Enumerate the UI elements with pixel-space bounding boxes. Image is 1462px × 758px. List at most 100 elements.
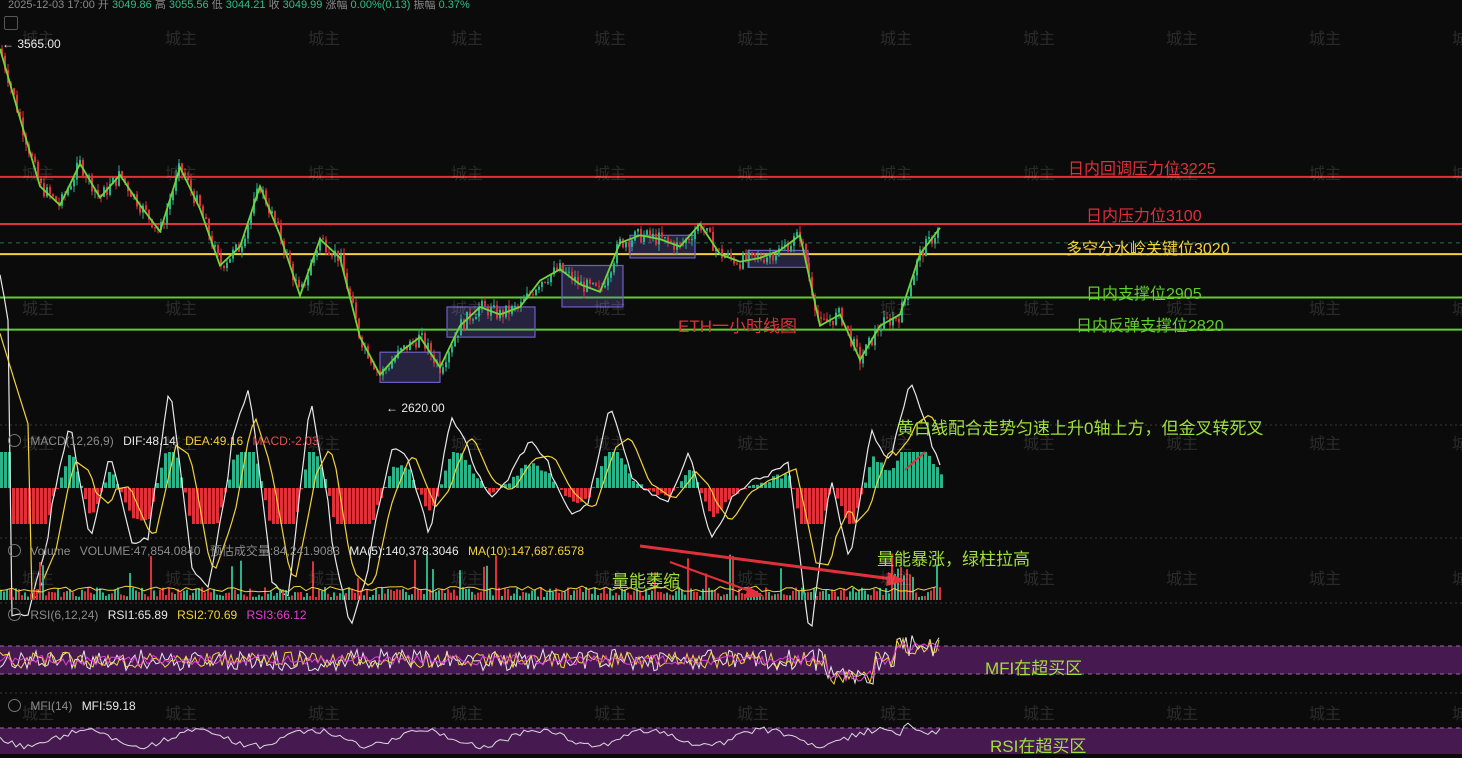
volume-bar xyxy=(237,594,239,600)
watermark: 城主 xyxy=(165,166,198,183)
macd-histogram-bar xyxy=(448,458,451,488)
watermark: 城主 xyxy=(1166,571,1199,588)
volume-bar xyxy=(768,591,770,600)
volume-bar xyxy=(93,594,95,600)
volume-bar xyxy=(471,591,473,600)
macd-histogram-bar xyxy=(108,472,111,488)
volume-bar xyxy=(933,587,935,600)
volume-bar xyxy=(204,592,206,600)
volume-bar xyxy=(57,588,59,600)
volume-bar xyxy=(486,565,488,600)
macd-histogram-bar xyxy=(12,488,15,524)
chart-canvas xyxy=(0,44,1462,754)
volume-bar xyxy=(921,596,923,600)
volume-bar xyxy=(111,593,113,600)
eye-icon[interactable] xyxy=(8,544,21,557)
volume-bar xyxy=(504,587,506,600)
macd-histogram-bar xyxy=(632,481,635,488)
watermark: 城主 xyxy=(22,166,55,183)
volume-bar xyxy=(549,588,551,600)
volume-bar xyxy=(363,595,365,600)
candle-body xyxy=(856,338,858,347)
volume-name: Volume xyxy=(30,544,71,558)
volume-bar xyxy=(120,594,122,600)
candle-body xyxy=(223,265,225,268)
watermark: 城主 xyxy=(165,31,198,48)
volume-bar xyxy=(435,591,437,600)
rsi-legend: RSI(6,12,24) RSI1:65.89 RSI2:70.69 RSI3:… xyxy=(8,608,313,622)
macd-histogram-bar xyxy=(892,468,895,488)
macd-histogram-bar xyxy=(608,452,611,488)
macd-histogram-bar xyxy=(248,452,251,488)
macd-histogram-bar xyxy=(444,470,447,488)
volume-bar xyxy=(420,589,422,600)
candle-body xyxy=(532,294,534,296)
volume-bar xyxy=(741,593,743,600)
level-label-2820: 日内反弹支撑位2820 xyxy=(1076,318,1224,335)
macd-histogram-bar xyxy=(388,476,391,488)
volume-bar xyxy=(924,595,926,600)
volume-bar xyxy=(291,595,293,600)
volume-bar xyxy=(615,592,617,600)
watermark: 城主 xyxy=(451,301,484,318)
watermark: 城主 xyxy=(737,31,770,48)
volume-bar xyxy=(456,595,458,600)
volume-bar xyxy=(135,590,137,600)
axis-toggle-icon[interactable] xyxy=(4,16,18,30)
macd-dea: DEA:49.16 xyxy=(185,434,244,448)
candle-body xyxy=(631,240,633,247)
watermark: 城主 xyxy=(1309,436,1342,453)
candle-body xyxy=(70,186,72,190)
macd-histogram-bar xyxy=(492,488,495,493)
macd-histogram-bar xyxy=(584,488,587,499)
volume-bar xyxy=(864,590,866,600)
candle-body xyxy=(664,237,666,239)
candle-body xyxy=(298,279,300,288)
macd-histogram-bar xyxy=(592,487,595,488)
macd-histogram-bar xyxy=(112,474,115,488)
volume-bar xyxy=(918,596,920,600)
volume-bar xyxy=(600,593,602,600)
volume-bar xyxy=(123,595,125,600)
watermark: 城主 xyxy=(737,706,770,723)
volume-bar xyxy=(0,589,2,600)
volume-bar xyxy=(315,596,317,600)
eye-icon[interactable] xyxy=(8,699,21,712)
volume-bar xyxy=(477,592,479,600)
watermark: 城主 xyxy=(1023,706,1056,723)
volume-bar xyxy=(792,590,794,600)
macd-histogram-bar xyxy=(192,488,195,524)
watermark: 城主 xyxy=(737,166,770,183)
volume-bar xyxy=(867,594,869,600)
volume-bar xyxy=(606,593,608,600)
volume-bar xyxy=(48,591,50,600)
macd-histogram-bar xyxy=(900,452,903,488)
bell-icon[interactable] xyxy=(8,608,21,621)
watermark: 城主 xyxy=(737,571,770,588)
candle-body xyxy=(754,253,756,257)
close-value: 3049.99 xyxy=(282,0,323,11)
macd-histogram-bar xyxy=(864,482,867,488)
header-date: 2025-12-03 17:00 xyxy=(8,0,95,11)
volume-bar xyxy=(267,593,269,600)
volume-bar xyxy=(144,594,146,600)
volume-bar xyxy=(666,592,668,600)
consolidation-box xyxy=(629,234,696,259)
watermark: 城主 xyxy=(1023,31,1056,48)
volume-bar xyxy=(630,594,632,600)
candle-body xyxy=(766,257,768,263)
volume-bar xyxy=(888,593,890,600)
eye-icon[interactable] xyxy=(8,434,21,447)
volume-bar xyxy=(780,568,782,600)
candle-body xyxy=(820,317,822,319)
volume-bar xyxy=(351,588,353,600)
volume-bar xyxy=(804,592,806,600)
panel-separators xyxy=(0,242,1462,694)
macd-histogram-bar xyxy=(568,488,571,498)
macd-histogram-bar xyxy=(424,488,427,507)
candle-body xyxy=(670,240,672,243)
volume-bar xyxy=(639,590,641,600)
volume-bar xyxy=(279,588,281,600)
mfi-name: MFI(14) xyxy=(30,699,73,713)
macd-histogram-bar xyxy=(476,478,479,488)
